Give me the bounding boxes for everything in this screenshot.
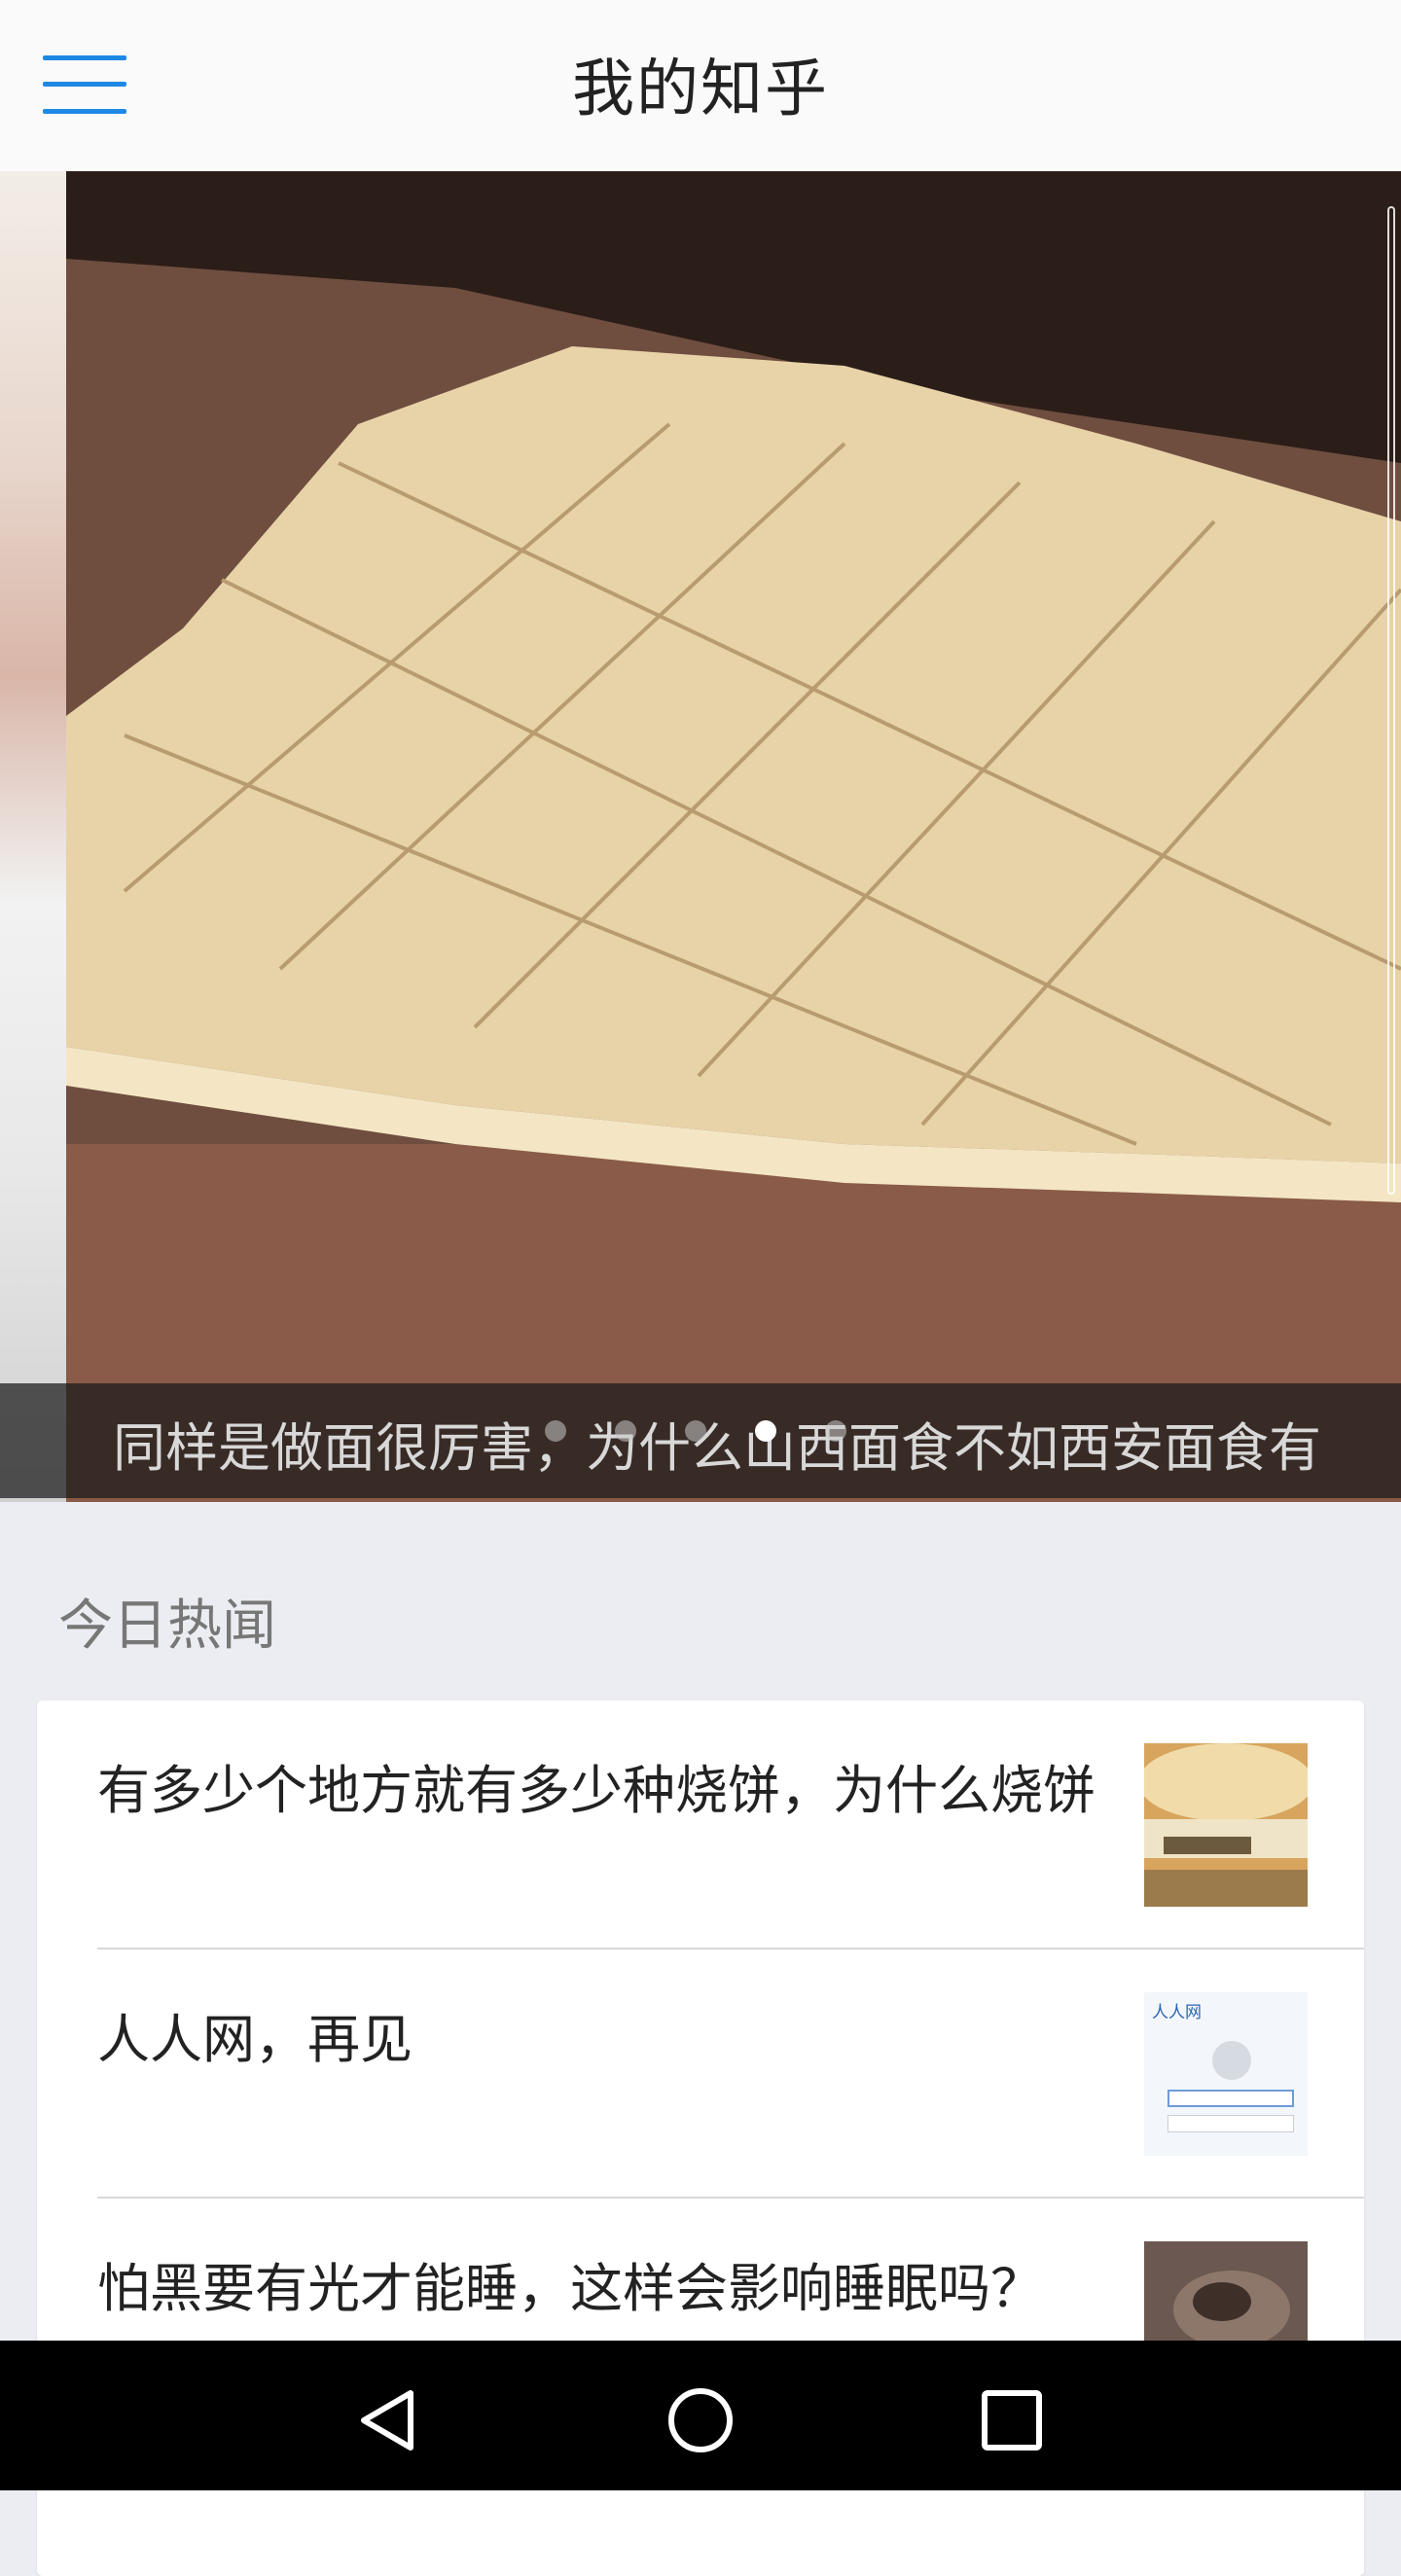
news-item[interactable]: 人人网，再见 人人网 [37, 1950, 1364, 2199]
carousel-dot-active[interactable] [755, 1420, 776, 1442]
avatar-placeholder-icon [1212, 2041, 1251, 2080]
carousel-dot[interactable] [685, 1420, 706, 1442]
section-title: 今日热闻 [58, 1594, 276, 1658]
news-title: 怕黑要有光才能睡，这样会影响睡眠吗？ [97, 2258, 1043, 2319]
home-circle-icon[interactable] [662, 2381, 739, 2459]
renren-logo-text: 人人网 [1152, 2003, 1202, 2022]
carousel-dot[interactable] [615, 1420, 636, 1442]
shaobing-thumbnail [1144, 1743, 1308, 1907]
carousel-dot[interactable] [545, 1420, 566, 1442]
news-item[interactable]: 有多少个地方就有多少种烧饼，为什么烧饼 [37, 1700, 1364, 1950]
banner-caption[interactable]: 同样是做面很厉害，为什么山西面食不如西安面食有 [113, 1405, 1378, 1482]
thumb-input [1168, 2090, 1294, 2107]
scroll-indicator [1387, 206, 1395, 1195]
thumb-input [1168, 2115, 1294, 2132]
news-title: 有多少个地方就有多少种烧饼，为什么烧饼 [97, 1760, 1096, 1821]
recents-square-icon[interactable] [973, 2381, 1051, 2459]
banner-carousel[interactable]: 同样是做面很厉害，为什么山西面食不如西安面食有 [0, 171, 1401, 1502]
back-triangle-icon[interactable] [350, 2381, 428, 2459]
previous-slide-image[interactable] [0, 171, 66, 1502]
news-title: 人人网，再见 [97, 2009, 413, 2070]
carousel-dot[interactable] [825, 1420, 846, 1442]
renren-thumbnail: 人人网 [1144, 1992, 1308, 2156]
system-navigation-bar [0, 2341, 1401, 2490]
app-bar: 我的知乎 [0, 0, 1401, 171]
page-title: 我的知乎 [572, 54, 829, 125]
banner-slide-image[interactable] [66, 171, 1401, 1502]
